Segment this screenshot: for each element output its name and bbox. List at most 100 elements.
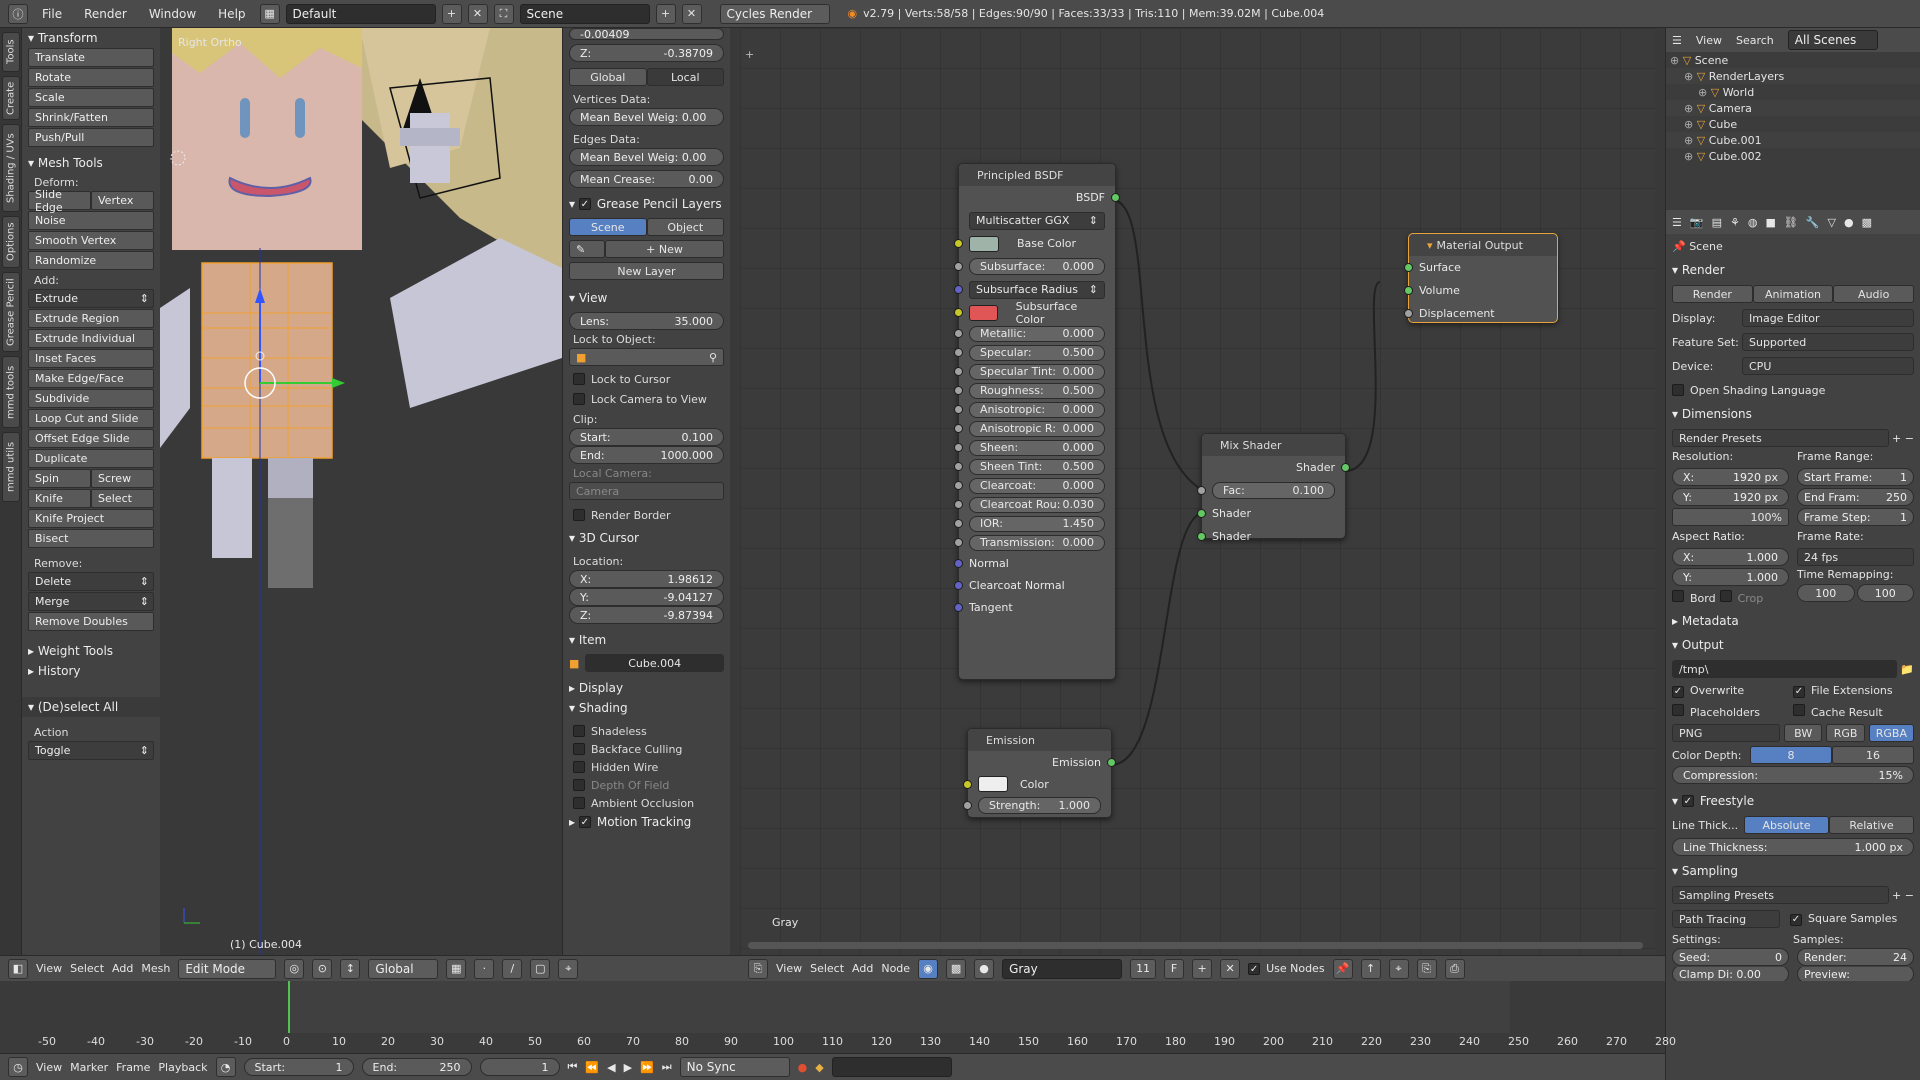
subsurface-socket[interactable] xyxy=(954,262,963,271)
current-frame-field[interactable]: 1 xyxy=(479,1058,560,1076)
clearcoat-normal-socket[interactable] xyxy=(954,580,963,590)
mix-shader-node[interactable]: Mix Shader Shader Fac: 0.100 Shader Shade… xyxy=(1197,433,1350,543)
placeholders-checkbox[interactable]: Placeholders xyxy=(1672,703,1793,719)
fac-socket[interactable] xyxy=(1197,486,1206,495)
preview-samples-field[interactable]: Preview: xyxy=(1797,967,1914,981)
layout-selector[interactable]: Default xyxy=(285,3,436,24)
border-checkbox[interactable]: Bord xyxy=(1672,590,1716,605)
viewport-shading-icon[interactable]: ◎ xyxy=(284,958,305,979)
node-node-menu[interactable]: Node xyxy=(881,962,910,975)
mean-bevel-edge-field[interactable]: Mean Bevel Weig: 0.00 xyxy=(569,148,724,166)
copy-nodes-icon[interactable]: ⎘ xyxy=(1416,958,1437,979)
principled-bsdf-node[interactable]: Principled BSDF BSDF Multiscatter GGX ⇕ B… xyxy=(954,163,1120,680)
ss-color-swatch[interactable] xyxy=(969,304,998,321)
shrink-fatten-button[interactable]: Shrink/Fatten xyxy=(28,108,154,127)
texture-tab-icon[interactable]: ▩ xyxy=(1862,216,1872,229)
render-layers-tab-icon[interactable]: ▤ xyxy=(1712,216,1722,229)
new-layer-button[interactable]: New Layer xyxy=(569,262,724,280)
horizontal-scrollbar[interactable] xyxy=(748,942,1643,949)
material-sphere-icon[interactable]: ● xyxy=(974,958,995,979)
input-slider[interactable]: Clearcoat: 0.000 xyxy=(969,477,1105,494)
input-slider[interactable]: Sheen: 0.000 xyxy=(969,439,1105,456)
edge-select-icon[interactable]: / xyxy=(502,958,523,979)
remove-layout-icon[interactable]: ✕ xyxy=(467,3,488,24)
input-socket[interactable] xyxy=(954,538,963,547)
line-thickness-field[interactable]: Line Thickness: 1.000 px xyxy=(1672,838,1914,856)
menu-file[interactable]: File xyxy=(34,7,70,21)
color-depth-16-toggle[interactable]: 16 xyxy=(1832,746,1914,764)
feature-set-dropdown[interactable]: Supported xyxy=(1742,333,1914,351)
pin-icon[interactable]: 📌 xyxy=(1672,240,1686,253)
smooth-vertex-button[interactable]: Smooth Vertex xyxy=(28,231,154,250)
seed-field[interactable]: Seed: 0 xyxy=(1672,948,1789,966)
layout-icon[interactable]: ▦ xyxy=(259,3,280,24)
median-y-field[interactable]: -0.00409 xyxy=(569,28,724,40)
constraints-tab-icon[interactable]: ⛓ xyxy=(1784,216,1798,229)
shading-panel-header[interactable]: ▾ Shading xyxy=(563,698,730,718)
input-socket[interactable] xyxy=(954,462,963,471)
backface-culling-checkbox[interactable]: Backface Culling xyxy=(563,740,730,758)
input-slider[interactable]: Anisotropic R: 0.000 xyxy=(969,420,1105,437)
input-socket[interactable] xyxy=(954,405,963,414)
expand-icon[interactable]: ⊕ xyxy=(1684,118,1697,131)
motion-tracking-panel-header[interactable]: ▸ ✓ Motion Tracking xyxy=(563,814,730,830)
volume-socket[interactable] xyxy=(1404,286,1413,295)
gp-object-toggle[interactable]: Object xyxy=(646,218,724,236)
3d-mesh-menu[interactable]: Mesh xyxy=(141,962,170,975)
tab-grease-pencil[interactable]: Grease Pencil xyxy=(2,272,20,352)
cursor-x-field[interactable]: X: 1.98612 xyxy=(569,570,724,588)
scene-selector[interactable]: Scene xyxy=(519,3,650,24)
node-editor[interactable]: + Principled BSDF BSDF Multiscatter GGX ⇕… xyxy=(740,28,1655,955)
input-socket[interactable] xyxy=(954,519,963,528)
relative-toggle[interactable]: Relative xyxy=(1829,816,1914,834)
input-slider[interactable]: Metallic: 0.000 xyxy=(969,325,1105,342)
sync-dropdown[interactable]: No Sync xyxy=(679,1057,790,1077)
menu-window[interactable]: Window xyxy=(141,7,204,21)
input-socket[interactable] xyxy=(954,443,963,452)
sampling-presets-dropdown[interactable]: Sampling Presets xyxy=(1672,886,1889,904)
end-frame-field[interactable]: End Fram: 250 xyxy=(1797,488,1914,506)
snap-icon[interactable]: ⌖ xyxy=(558,958,579,979)
3d-viewport[interactable]: Right Ortho (1) Cube.004 xyxy=(160,28,562,955)
scale-button[interactable]: Scale xyxy=(28,88,154,107)
texture-nodes-icon[interactable]: ▩ xyxy=(946,958,967,979)
add-scene-icon[interactable]: + xyxy=(655,3,676,24)
play-icon[interactable]: ▶ xyxy=(624,1061,632,1074)
subdivide-button[interactable]: Subdivide xyxy=(28,389,154,408)
pin-node-tree-icon[interactable]: 📌 xyxy=(1332,958,1353,979)
extrude-dropdown[interactable]: Extrude ⇕ xyxy=(28,289,154,308)
strength-slider[interactable]: Strength: 1.000 xyxy=(978,797,1101,814)
input-slider[interactable]: Clearcoat Rou: 0.030 xyxy=(969,496,1105,513)
render-engine-dropdown[interactable]: Cycles Render xyxy=(719,3,830,24)
vertex-select-icon[interactable]: · xyxy=(474,958,495,979)
cursor-y-field[interactable]: Y: -9.04127 xyxy=(569,588,724,606)
hidden-wire-checkbox[interactable]: Hidden Wire xyxy=(563,758,730,776)
render-button[interactable]: Render xyxy=(1672,285,1753,303)
node-editor-icon[interactable]: ⎘ xyxy=(748,958,768,979)
3d-view-menu[interactable]: View xyxy=(36,962,62,975)
expand-icon[interactable]: ⊕ xyxy=(1684,134,1697,147)
frame-rate-dropdown[interactable]: 24 fps xyxy=(1797,548,1914,566)
scene-tab-icon[interactable]: ⚘ xyxy=(1730,216,1740,229)
input-socket[interactable] xyxy=(954,329,963,338)
material-output-node[interactable]: ▾ Material Output Surface Volume Displace… xyxy=(1404,233,1558,323)
crop-checkbox[interactable]: Crop xyxy=(1719,590,1763,605)
vertex-slide-button[interactable]: Vertex xyxy=(91,191,154,210)
outliner-item[interactable]: ⊕ ▽ RenderLayers xyxy=(1666,68,1920,84)
node-editor-plus-icon[interactable]: + xyxy=(745,48,754,61)
clamp-direct-field[interactable]: Clamp Di: 0.00 xyxy=(1672,967,1789,981)
ss-radius-socket[interactable] xyxy=(954,285,963,294)
weight-tools-panel-header[interactable]: ▸ Weight Tools xyxy=(22,641,160,661)
input-slider[interactable]: Roughness: 0.500 xyxy=(969,382,1105,399)
lock-camera-checkbox[interactable]: Lock Camera to View xyxy=(563,390,730,408)
tab-create[interactable]: Create xyxy=(2,76,20,120)
node-add-menu[interactable]: Add xyxy=(852,962,873,975)
3d-view-editor-icon[interactable]: ◧ xyxy=(8,958,28,979)
emission-color-swatch[interactable] xyxy=(978,776,1008,792)
lock-object-field[interactable]: ■ ⚲ xyxy=(569,348,724,366)
tab-tools[interactable]: Tools xyxy=(2,32,20,72)
color-depth-8-toggle[interactable]: 8 xyxy=(1750,746,1832,764)
animation-button[interactable]: Animation xyxy=(1752,285,1834,303)
manipulator-icon[interactable]: ↕ xyxy=(340,958,361,979)
output-path-field[interactable]: /tmp\ xyxy=(1672,660,1897,678)
